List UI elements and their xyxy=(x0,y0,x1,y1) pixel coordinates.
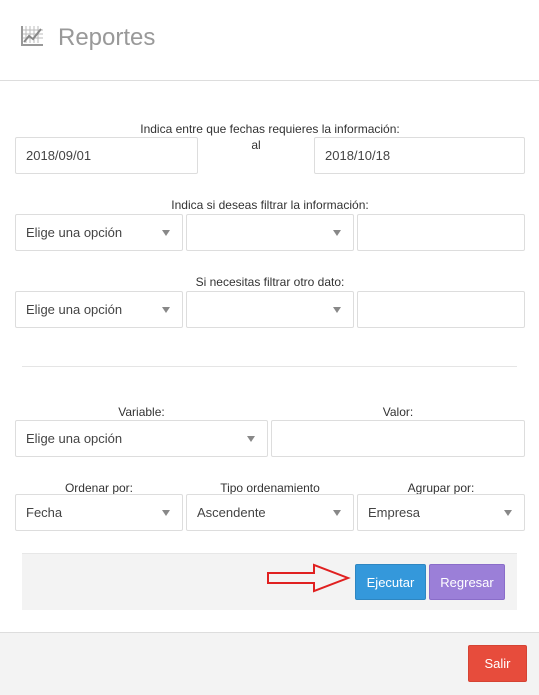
end-date-input[interactable]: 2018/10/18 xyxy=(314,137,525,174)
chevron-down-icon xyxy=(162,510,170,516)
tipo-ordenamiento-label: Tipo ordenamiento xyxy=(220,481,320,495)
tipo-ordenamiento-select[interactable]: Ascendente xyxy=(186,494,354,531)
filter-1-value-select[interactable] xyxy=(186,214,354,251)
ordenar-value: Fecha xyxy=(26,505,63,520)
valor-input[interactable] xyxy=(271,420,525,457)
filter-2-value-select[interactable] xyxy=(186,291,354,328)
annotation-arrow-icon xyxy=(267,563,351,593)
chevron-down-icon xyxy=(162,230,170,236)
regresar-button[interactable]: Regresar xyxy=(429,564,505,600)
agrupar-label: Agrupar por: xyxy=(407,481,475,495)
tipo-ordenamiento-value: Ascendente xyxy=(197,505,266,520)
filter-2-text-input[interactable] xyxy=(357,291,525,328)
filter-1-label: Indica si deseas filtrar la información: xyxy=(171,198,369,212)
filter-2-field-select[interactable]: Elige una opción xyxy=(15,291,183,328)
filter-1-text-input[interactable] xyxy=(357,214,525,251)
start-date-value: 2018/09/01 xyxy=(26,148,92,163)
chevron-down-icon xyxy=(162,307,170,313)
modal-footer xyxy=(0,632,539,695)
chevron-down-icon xyxy=(333,230,341,236)
chevron-down-icon xyxy=(333,307,341,313)
page-title: Reportes xyxy=(58,24,156,51)
section-divider xyxy=(22,366,517,367)
variable-value: Elige una opción xyxy=(26,431,123,446)
chevron-down-icon xyxy=(247,436,255,442)
modal-header: Reportes xyxy=(0,0,539,81)
filter-2-label: Si necesitas filtrar otro dato: xyxy=(195,275,345,289)
ordenar-select[interactable]: Fecha xyxy=(15,494,183,531)
variable-label: Variable: xyxy=(118,405,165,419)
chevron-down-icon xyxy=(333,510,341,516)
end-date-value: 2018/10/18 xyxy=(325,148,391,163)
date-range-instruction: Indica entre que fechas requieres la inf… xyxy=(140,122,400,136)
filter-1-field-select[interactable]: Elige una opción xyxy=(15,214,183,251)
date-separator-label: al xyxy=(251,138,261,152)
filter-2-field-value: Elige una opción xyxy=(26,302,123,317)
variable-select[interactable]: Elige una opción xyxy=(15,420,268,457)
agrupar-select[interactable]: Empresa xyxy=(357,494,525,531)
chevron-down-icon xyxy=(504,510,512,516)
valor-label: Valor: xyxy=(382,405,414,419)
filter-1-field-value: Elige una opción xyxy=(26,225,123,240)
chart-icon xyxy=(21,26,43,46)
salir-button[interactable]: Salir xyxy=(468,645,527,682)
agrupar-value: Empresa xyxy=(368,505,421,520)
ordenar-label: Ordenar por: xyxy=(64,481,134,495)
start-date-input[interactable]: 2018/09/01 xyxy=(15,137,198,174)
ejecutar-button[interactable]: Ejecutar xyxy=(355,564,426,600)
